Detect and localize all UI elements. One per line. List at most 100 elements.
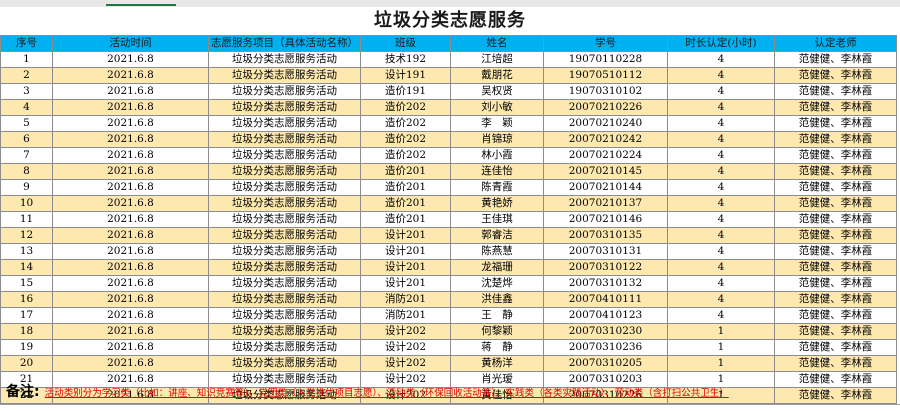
cell-student-id[interactable]: 20070210137: [543, 195, 668, 212]
cell-teacher[interactable]: 范健健、李林霞: [774, 339, 897, 356]
cell-date[interactable]: 2021.6.8: [52, 131, 209, 148]
cell-date[interactable]: 2021.6.8: [52, 67, 209, 84]
cell-index[interactable]: 6: [0, 131, 53, 148]
cell-project[interactable]: 垃圾分类志愿服务活动: [208, 227, 361, 244]
cell-date[interactable]: 2021.6.8: [52, 147, 209, 164]
cell-teacher[interactable]: 范健健、李林霞: [774, 323, 897, 340]
cell-date[interactable]: 2021.6.8: [52, 275, 209, 292]
cell-teacher[interactable]: 范健健、李林霞: [774, 67, 897, 84]
cell-teacher[interactable]: 范健健、李林霞: [774, 195, 897, 212]
cell-teacher[interactable]: 范健健、李林霞: [774, 227, 897, 244]
cell-hours[interactable]: 4: [667, 51, 775, 68]
cell-date[interactable]: 2021.6.8: [52, 211, 209, 228]
cell-teacher[interactable]: 范健健、李林霞: [774, 131, 897, 148]
cell-class[interactable]: 设计202: [360, 339, 451, 356]
cell-project[interactable]: 垃圾分类志愿服务活动: [208, 83, 361, 100]
cell-index[interactable]: 16: [0, 291, 53, 308]
cell-project[interactable]: 垃圾分类志愿服务活动: [208, 243, 361, 260]
cell-name[interactable]: 黄艳娇: [450, 195, 544, 212]
cell-date[interactable]: 2021.6.8: [52, 323, 209, 340]
cell-hours[interactable]: 4: [667, 195, 775, 212]
cell-student-id[interactable]: 20070310132: [543, 275, 668, 292]
cell-index[interactable]: 18: [0, 323, 53, 340]
cell-index[interactable]: 13: [0, 243, 53, 260]
cell-student-id[interactable]: 20070210146: [543, 211, 668, 228]
cell-date[interactable]: 2021.6.8: [52, 83, 209, 100]
cell-name[interactable]: 沈楚烨: [450, 275, 544, 292]
cell-project[interactable]: 垃圾分类志愿服务活动: [208, 323, 361, 340]
cell-student-id[interactable]: 20070210242: [543, 131, 668, 148]
cell-student-id[interactable]: 20070210144: [543, 179, 668, 196]
cell-hours[interactable]: 4: [667, 307, 775, 324]
header-cell-student-id[interactable]: 学号: [543, 35, 668, 52]
cell-project[interactable]: 垃圾分类志愿服务活动: [208, 259, 361, 276]
cell-student-id[interactable]: 20070210145: [543, 163, 668, 180]
cell-class[interactable]: 造价202: [360, 131, 451, 148]
cell-hours[interactable]: 1: [667, 339, 775, 356]
cell-class[interactable]: 造价202: [360, 115, 451, 132]
header-cell-class[interactable]: 班级: [360, 35, 451, 52]
cell-name[interactable]: 江培超: [450, 51, 544, 68]
cell-project[interactable]: 垃圾分类志愿服务活动: [208, 307, 361, 324]
cell-class[interactable]: 设计202: [360, 323, 451, 340]
cell-name[interactable]: 蒋 静: [450, 339, 544, 356]
cell-date[interactable]: 2021.6.8: [52, 179, 209, 196]
cell-student-id[interactable]: 20070310236: [543, 339, 668, 356]
cell-student-id[interactable]: 20070410111: [543, 291, 668, 308]
cell-name[interactable]: 戴朋花: [450, 67, 544, 84]
cell-project[interactable]: 垃圾分类志愿服务活动: [208, 195, 361, 212]
cell-project[interactable]: 垃圾分类志愿服务活动: [208, 131, 361, 148]
cell-name[interactable]: 肖锦琼: [450, 131, 544, 148]
cell-date[interactable]: 2021.6.8: [52, 291, 209, 308]
cell-teacher[interactable]: 范健健、李林霞: [774, 99, 897, 116]
cell-student-id[interactable]: 20070410123: [543, 307, 668, 324]
cell-teacher[interactable]: 范健健、李林霞: [774, 387, 897, 404]
cell-index[interactable]: 1: [0, 51, 53, 68]
cell-student-id[interactable]: 20070310122: [543, 259, 668, 276]
cell-class[interactable]: 设计191: [360, 67, 451, 84]
cell-class[interactable]: 设计201: [360, 275, 451, 292]
cell-index[interactable]: 17: [0, 307, 53, 324]
cell-hours[interactable]: 4: [667, 243, 775, 260]
cell-project[interactable]: 垃圾分类志愿服务活动: [208, 211, 361, 228]
cell-class[interactable]: 设计201: [360, 243, 451, 260]
cell-teacher[interactable]: 范健健、李林霞: [774, 163, 897, 180]
cell-index[interactable]: 15: [0, 275, 53, 292]
cell-class[interactable]: 造价201: [360, 179, 451, 196]
cell-student-id[interactable]: 19070510112: [543, 67, 668, 84]
cell-student-id[interactable]: 20070210224: [543, 147, 668, 164]
cell-hours[interactable]: 1: [667, 355, 775, 372]
cell-date[interactable]: 2021.6.8: [52, 307, 209, 324]
cell-project[interactable]: 垃圾分类志愿服务活动: [208, 275, 361, 292]
cell-class[interactable]: 造价201: [360, 195, 451, 212]
cell-student-id[interactable]: 20070210226: [543, 99, 668, 116]
cell-project[interactable]: 垃圾分类志愿服务活动: [208, 51, 361, 68]
cell-index[interactable]: 2: [0, 67, 53, 84]
cell-index[interactable]: 14: [0, 259, 53, 276]
cell-name[interactable]: 郭睿洁: [450, 227, 544, 244]
cell-index[interactable]: 10: [0, 195, 53, 212]
cell-name[interactable]: 王佳琪: [450, 211, 544, 228]
header-cell-index[interactable]: 序号: [0, 35, 53, 52]
cell-class[interactable]: 消防201: [360, 291, 451, 308]
cell-teacher[interactable]: 范健健、李林霞: [774, 371, 897, 388]
cell-index[interactable]: 11: [0, 211, 53, 228]
cell-project[interactable]: 垃圾分类志愿服务活动: [208, 339, 361, 356]
cell-hours[interactable]: 4: [667, 179, 775, 196]
cell-class[interactable]: 造价202: [360, 99, 451, 116]
cell-project[interactable]: 垃圾分类志愿服务活动: [208, 179, 361, 196]
cell-date[interactable]: 2021.6.8: [52, 355, 209, 372]
cell-teacher[interactable]: 范健健、李林霞: [774, 275, 897, 292]
cell-date[interactable]: 2021.6.8: [52, 51, 209, 68]
cell-class[interactable]: 造价201: [360, 211, 451, 228]
cell-hours[interactable]: 4: [667, 275, 775, 292]
cell-class[interactable]: 设计202: [360, 355, 451, 372]
cell-index[interactable]: 12: [0, 227, 53, 244]
cell-date[interactable]: 2021.6.8: [52, 243, 209, 260]
cell-index[interactable]: 20: [0, 355, 53, 372]
cell-project[interactable]: 垃圾分类志愿服务活动: [208, 355, 361, 372]
cell-project[interactable]: 垃圾分类志愿服务活动: [208, 115, 361, 132]
cell-project[interactable]: 垃圾分类志愿服务活动: [208, 67, 361, 84]
cell-index[interactable]: 7: [0, 147, 53, 164]
cell-hours[interactable]: 4: [667, 67, 775, 84]
